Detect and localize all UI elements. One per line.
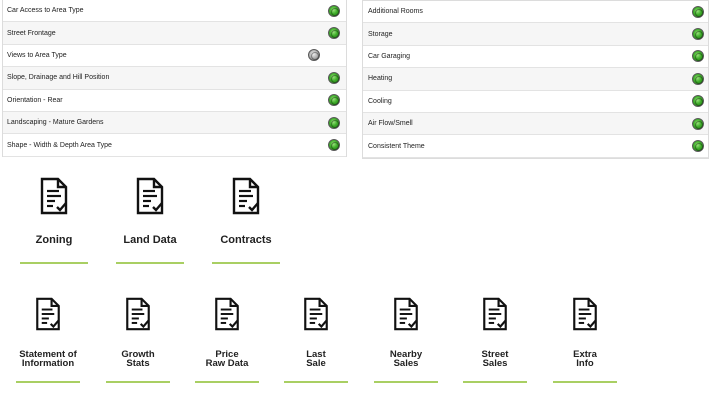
land-data-tile[interactable]: Land Data xyxy=(115,177,185,267)
status-green-icon[interactable] xyxy=(328,139,340,152)
document-check-icon xyxy=(126,297,150,331)
right-checklist-panel: Additional Rooms Storage Car Garaging He… xyxy=(362,0,709,159)
row-label: Orientation - Rear xyxy=(7,96,63,104)
document-check-icon xyxy=(232,177,260,215)
tile-label: Last Sale xyxy=(278,350,354,370)
row-label: Additional Rooms xyxy=(368,8,423,16)
row-label: Cooling xyxy=(368,97,392,105)
checklist-row: Car Garaging xyxy=(363,46,708,69)
row-label: Street Frontage xyxy=(7,29,56,37)
status-green-icon[interactable] xyxy=(692,28,704,41)
status-green-icon[interactable] xyxy=(328,116,340,129)
nearby-sales-tile[interactable]: Nearby Sales xyxy=(368,297,444,385)
row-label: Air Flow/Smell xyxy=(368,120,413,128)
checklist-row: Landscaping - Mature Gardens xyxy=(3,111,346,135)
document-check-icon xyxy=(136,177,164,215)
tile-label: Growth Stats xyxy=(100,350,176,370)
document-check-icon xyxy=(483,297,507,331)
status-green-icon[interactable] xyxy=(692,5,704,18)
tile-underline xyxy=(553,381,617,383)
document-check-icon xyxy=(573,297,597,331)
status-green-icon[interactable] xyxy=(692,72,704,85)
checklist-row: Cooling xyxy=(363,91,708,113)
tile-label-line2: Sale xyxy=(306,358,326,370)
tile-underline xyxy=(16,381,80,383)
tile-underline xyxy=(284,381,348,383)
status-green-icon[interactable] xyxy=(328,71,340,84)
row-label: Views to Area Type xyxy=(7,51,67,59)
status-grey-icon[interactable] xyxy=(308,49,320,62)
tile-underline xyxy=(116,262,184,264)
status-green-icon[interactable] xyxy=(328,4,340,17)
document-check-icon xyxy=(394,297,418,331)
tile-label-line2: Raw Data xyxy=(205,358,249,370)
tile-label-line2: Information xyxy=(21,358,75,370)
row-label: Storage xyxy=(368,30,393,38)
tile-label-line2: Stats xyxy=(126,358,150,370)
tile-label: Land Data xyxy=(123,234,177,246)
row-label: Shape - Width & Depth Area Type xyxy=(7,141,112,149)
growth-stats-tile[interactable]: Growth Stats xyxy=(100,297,176,385)
tile-underline xyxy=(20,262,88,264)
checklist-row: Air Flow/Smell xyxy=(363,112,708,136)
checklist-row: Shape - Width & Depth Area Type xyxy=(3,134,346,157)
status-green-icon[interactable] xyxy=(692,50,704,63)
tile-underline xyxy=(106,381,170,383)
extra-info-tile[interactable]: Extra Info xyxy=(547,297,623,385)
status-green-icon[interactable] xyxy=(328,27,340,40)
document-check-icon xyxy=(36,297,60,331)
price-raw-data-tile[interactable]: Price Raw Data xyxy=(189,297,265,385)
checklist-row: Slope, Drainage and Hill Position xyxy=(3,67,346,90)
tile-underline xyxy=(374,381,438,383)
last-sale-tile[interactable]: Last Sale xyxy=(278,297,354,385)
status-green-icon[interactable] xyxy=(692,95,704,108)
tile-label: Nearby Sales xyxy=(368,350,444,370)
checklist-row: Views to Area Type xyxy=(3,45,346,68)
statement-of-information-tile[interactable]: Statement of Information xyxy=(10,297,86,385)
tile-label-line2: Info xyxy=(576,358,594,370)
left-checklist-panel: Car Access to Area Type Street Frontage … xyxy=(2,0,347,157)
tile-label: Price Raw Data xyxy=(189,350,265,370)
row-label: Car Access to Area Type xyxy=(7,7,84,15)
tile-underline xyxy=(195,381,259,383)
row-label: Heating xyxy=(368,75,393,83)
checklist-row: Storage xyxy=(363,23,708,46)
document-check-icon xyxy=(304,297,328,331)
row-label: Slope, Drainage and Hill Position xyxy=(7,74,110,82)
tile-label: Statement of Information xyxy=(10,350,86,370)
tile-label: Zoning xyxy=(35,234,73,246)
document-check-icon xyxy=(215,297,239,331)
checklist-row: Heating xyxy=(363,68,708,91)
row-label: Consistent Theme xyxy=(368,142,425,150)
status-green-icon[interactable] xyxy=(328,94,340,107)
checklist-row: Orientation - Rear xyxy=(3,90,346,112)
tile-label-line2: Sales xyxy=(482,358,508,370)
document-check-icon xyxy=(40,177,68,215)
checklist-row: Car Access to Area Type xyxy=(3,0,346,23)
zoning-tile[interactable]: Zoning xyxy=(19,177,89,267)
row-label: Car Garaging xyxy=(368,52,411,60)
contracts-tile[interactable]: Contracts xyxy=(211,177,281,267)
checklist-row: Additional Rooms xyxy=(363,1,708,24)
tile-label-line2: Sales xyxy=(393,358,419,370)
street-sales-tile[interactable]: Street Sales xyxy=(457,297,533,385)
checklist-row: Consistent Theme xyxy=(363,135,708,158)
tile-underline xyxy=(212,262,280,264)
tile-label: Extra Info xyxy=(547,350,623,370)
status-green-icon[interactable] xyxy=(692,140,704,153)
tile-underline xyxy=(463,381,527,383)
checklist-row: Street Frontage xyxy=(3,22,346,45)
tile-label: Street Sales xyxy=(457,350,533,370)
tile-label: Contracts xyxy=(220,234,272,246)
row-label: Landscaping - Mature Gardens xyxy=(7,119,104,127)
status-green-icon[interactable] xyxy=(692,117,704,130)
